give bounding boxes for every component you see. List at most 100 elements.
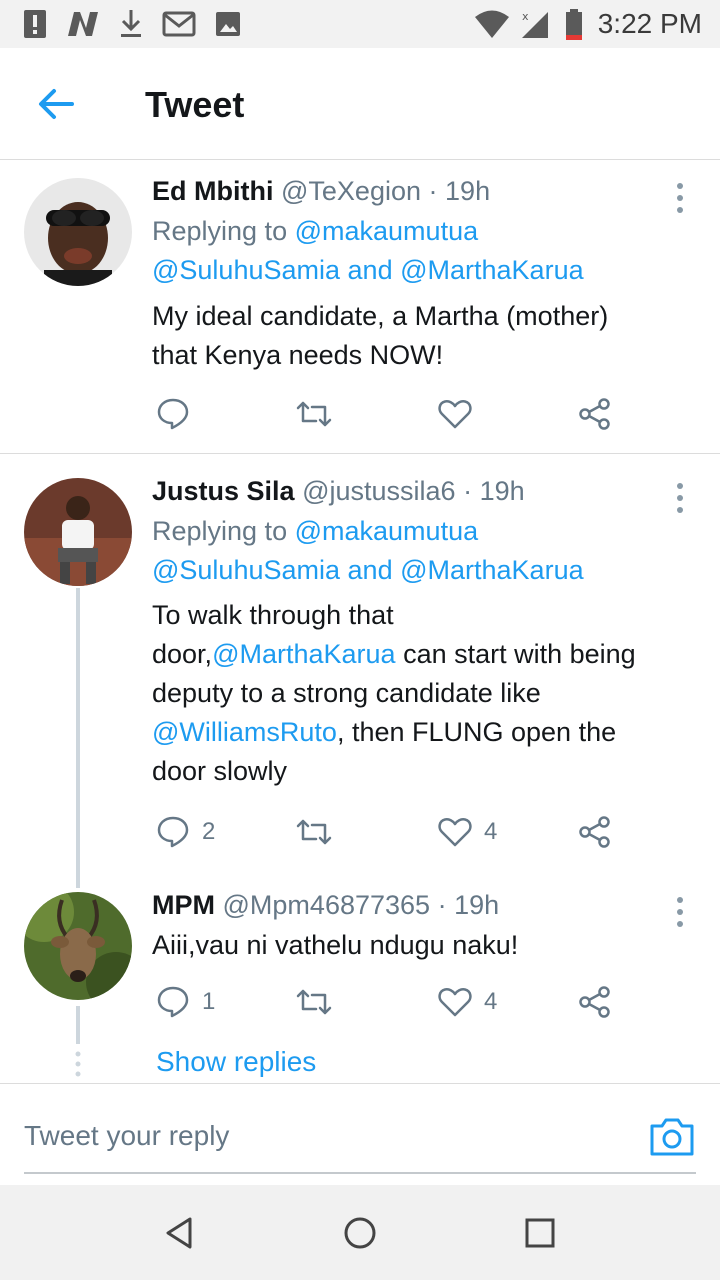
tweet-time: 19h [454, 890, 500, 920]
avatar[interactable] [24, 478, 132, 586]
reply-icon [157, 986, 189, 1018]
retweet-icon [296, 401, 332, 427]
separator: · [437, 890, 447, 920]
mention-link[interactable]: @MarthaKarua [400, 255, 584, 285]
share-button[interactable] [578, 982, 612, 1022]
image-icon [216, 12, 240, 36]
camera-icon[interactable] [648, 1114, 696, 1158]
reply-icon [157, 816, 189, 848]
heart-icon [438, 400, 472, 429]
page-title: Tweet [145, 84, 245, 125]
reply-input[interactable]: Tweet your reply [24, 1120, 229, 1152]
share-icon [579, 986, 610, 1018]
reply-count: 1 [202, 988, 216, 1015]
share-icon [579, 398, 610, 430]
reply-icon [157, 398, 189, 430]
reply-count: 2 [202, 818, 216, 845]
separator: · [428, 176, 438, 206]
like-count: 4 [484, 988, 498, 1015]
reply-input-underline [24, 1172, 696, 1174]
tweet-text-line: that Kenya needs NOW! [152, 340, 444, 370]
divider [0, 453, 720, 454]
tweet-text-line: door slowly [152, 756, 288, 786]
tweet-text-line: Aiii,vau ni vathelu ndugu naku! [152, 930, 519, 960]
retweet-button[interactable] [296, 982, 332, 1022]
status-bar: x 3:22 PM [0, 0, 720, 48]
author-name[interactable]: Ed Mbithi [152, 176, 273, 206]
like-button[interactable] [438, 394, 484, 434]
tweet-text-fragment: , then FLUNG open the [336, 717, 617, 747]
avatar[interactable] [24, 178, 132, 286]
heart-icon [438, 988, 472, 1017]
share-button[interactable] [578, 394, 612, 434]
nav-recents-icon[interactable] [518, 1211, 562, 1255]
tweet-time: 19h [445, 176, 491, 206]
tweet-text-line: To walk through that [152, 600, 394, 630]
replying-to: Replying to @makaumutua [152, 516, 478, 547]
alert-icon [24, 10, 46, 38]
nav-home-icon[interactable] [338, 1211, 382, 1255]
like-button[interactable]: 4 [438, 982, 497, 1022]
mention-link[interactable]: @makaumutua [295, 216, 479, 246]
tweet-actions: 1 4 [0, 982, 720, 1022]
status-time: 3:22 PM [597, 8, 702, 39]
wifi-icon [475, 10, 509, 38]
nav-back-icon[interactable] [158, 1211, 202, 1255]
separator: · [463, 476, 473, 506]
back-arrow-icon[interactable] [36, 86, 76, 122]
replying-prefix: Replying to [152, 216, 288, 246]
mention-link[interactable]: @SuluhuSamia [152, 555, 340, 585]
share-icon [579, 816, 610, 848]
battery-icon [566, 9, 582, 40]
author-name[interactable]: Justus Sila [152, 476, 295, 506]
tweet-item[interactable]: Justus Sila @justussila6 · 19h Replying … [0, 460, 720, 880]
more-options-icon[interactable] [668, 178, 692, 218]
author-handle: @TeXegion [281, 176, 421, 206]
more-options-icon[interactable] [668, 892, 692, 932]
tweet-text-line: My ideal candidate, a Martha (mother) [152, 301, 609, 331]
tweet-text-line: @WilliamsRuto, then FLUNG open the [152, 717, 616, 748]
app-bar: Tweet [0, 48, 720, 160]
tweet-text-line: deputy to a strong candidate like [152, 678, 541, 708]
retweet-button[interactable] [296, 394, 332, 434]
mention-link[interactable]: @WilliamsRuto [152, 717, 337, 747]
mention-link[interactable]: @makaumutua [295, 516, 479, 546]
mention-link[interactable]: @SuluhuSamia [152, 255, 340, 285]
retweet-icon [296, 989, 332, 1015]
replying-prefix: Replying to [152, 516, 288, 546]
show-replies-link[interactable]: Show replies [156, 1046, 316, 1078]
svg-text:x: x [522, 10, 529, 23]
author-name[interactable]: MPM [152, 890, 215, 920]
retweet-icon [296, 819, 332, 845]
mention-link[interactable]: @MarthaKarua [400, 555, 584, 585]
thread-line [76, 588, 80, 888]
replying-to-continued: @SuluhuSamia and @MarthaKarua [152, 555, 584, 586]
signal-icon: x [522, 10, 548, 38]
replying-to-continued: @SuluhuSamia and @MarthaKarua [152, 255, 584, 286]
tweet-item[interactable]: Ed Mbithi @TeXegion · 19h Replying to @m… [0, 160, 720, 453]
author-handle: @Mpm46877365 [222, 890, 431, 920]
more-options-icon[interactable] [668, 478, 692, 518]
download-icon [121, 10, 141, 37]
tweet-header: Justus Sila @justussila6 · 19h [152, 476, 525, 507]
reply-button[interactable]: 2 [156, 812, 215, 852]
thread-dots-icon [75, 1051, 81, 1077]
tweet-item[interactable]: MPM @Mpm46877365 · 19h Aiii,vau ni vathe… [0, 876, 720, 1036]
like-button[interactable]: 4 [438, 812, 497, 852]
reply-button[interactable] [156, 394, 202, 434]
share-button[interactable] [578, 812, 612, 852]
tweet-time: 19h [479, 476, 525, 506]
replying-and: and [347, 255, 393, 285]
news-app-icon [68, 12, 98, 36]
tweet-actions: 2 4 [0, 812, 720, 852]
tweet-text-fragment: door, [152, 639, 213, 669]
tweet-header: MPM @Mpm46877365 · 19h [152, 890, 499, 921]
reply-composer: Tweet your reply [0, 1083, 720, 1185]
replying-to: Replying to @makaumutua [152, 216, 478, 247]
mention-link[interactable]: @MarthaKarua [212, 639, 396, 669]
heart-icon [438, 818, 472, 847]
retweet-button[interactable] [296, 812, 332, 852]
tweet-actions [0, 394, 720, 434]
reply-button[interactable]: 1 [156, 982, 215, 1022]
tweet-text-fragment: can start with being [395, 639, 636, 669]
